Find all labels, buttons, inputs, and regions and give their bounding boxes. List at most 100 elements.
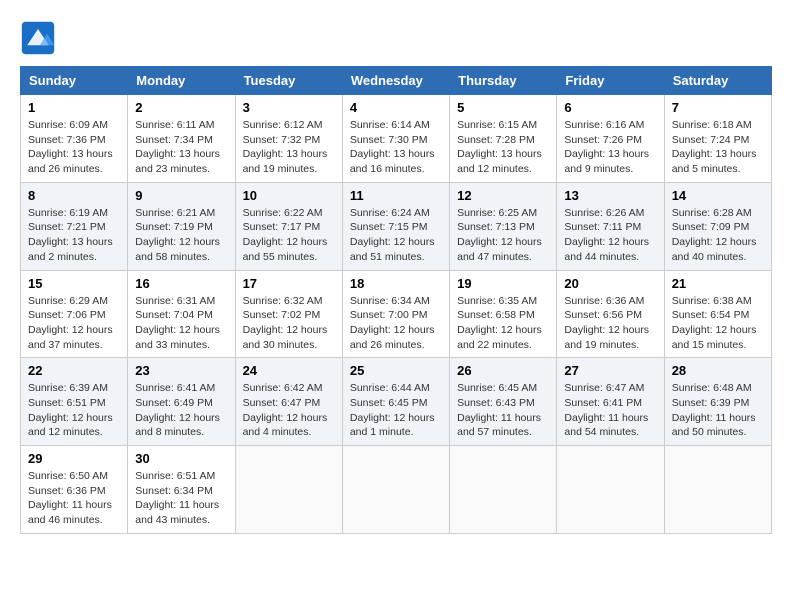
day-number: 25 [350,363,442,378]
cell-content: Sunrise: 6:24 AM Sunset: 7:15 PM Dayligh… [350,206,442,265]
calendar-cell: 23 Sunrise: 6:41 AM Sunset: 6:49 PM Dayli… [128,358,235,446]
calendar-cell [342,446,449,534]
logo-icon [20,20,56,56]
day-number: 28 [672,363,764,378]
day-number: 22 [28,363,120,378]
day-number: 12 [457,188,549,203]
day-number: 4 [350,100,442,115]
calendar-cell: 14 Sunrise: 6:28 AM Sunset: 7:09 PM Dayli… [664,182,771,270]
day-number: 3 [243,100,335,115]
calendar-cell: 22 Sunrise: 6:39 AM Sunset: 6:51 PM Dayli… [21,358,128,446]
day-number: 15 [28,276,120,291]
day-number: 29 [28,451,120,466]
week-row-0: 1 Sunrise: 6:09 AM Sunset: 7:36 PM Daylig… [21,95,772,183]
calendar-cell [235,446,342,534]
weekday-header-thursday: Thursday [450,67,557,95]
cell-content: Sunrise: 6:48 AM Sunset: 6:39 PM Dayligh… [672,381,764,440]
day-number: 9 [135,188,227,203]
day-number: 18 [350,276,442,291]
cell-content: Sunrise: 6:12 AM Sunset: 7:32 PM Dayligh… [243,118,335,177]
cell-content: Sunrise: 6:35 AM Sunset: 6:58 PM Dayligh… [457,294,549,353]
weekday-header-saturday: Saturday [664,67,771,95]
cell-content: Sunrise: 6:16 AM Sunset: 7:26 PM Dayligh… [564,118,656,177]
day-number: 10 [243,188,335,203]
cell-content: Sunrise: 6:34 AM Sunset: 7:00 PM Dayligh… [350,294,442,353]
calendar-cell: 24 Sunrise: 6:42 AM Sunset: 6:47 PM Dayli… [235,358,342,446]
cell-content: Sunrise: 6:15 AM Sunset: 7:28 PM Dayligh… [457,118,549,177]
week-row-3: 22 Sunrise: 6:39 AM Sunset: 6:51 PM Dayli… [21,358,772,446]
calendar-cell: 7 Sunrise: 6:18 AM Sunset: 7:24 PM Daylig… [664,95,771,183]
day-number: 26 [457,363,549,378]
day-number: 2 [135,100,227,115]
calendar-cell: 6 Sunrise: 6:16 AM Sunset: 7:26 PM Daylig… [557,95,664,183]
calendar-cell: 8 Sunrise: 6:19 AM Sunset: 7:21 PM Daylig… [21,182,128,270]
calendar-cell: 20Sunrise: 6:36 AM Sunset: 6:56 PM Dayli… [557,270,664,358]
cell-content: Sunrise: 6:21 AM Sunset: 7:19 PM Dayligh… [135,206,227,265]
day-number: 5 [457,100,549,115]
calendar-cell: 25 Sunrise: 6:44 AM Sunset: 6:45 PM Dayli… [342,358,449,446]
cell-content: Sunrise: 6:09 AM Sunset: 7:36 PM Dayligh… [28,118,120,177]
cell-content: Sunrise: 6:28 AM Sunset: 7:09 PM Dayligh… [672,206,764,265]
calendar-cell: 30 Sunrise: 6:51 AM Sunset: 6:34 PM Dayli… [128,446,235,534]
day-number: 21 [672,276,764,291]
day-number: 11 [350,188,442,203]
cell-content: Sunrise: 6:38 AM Sunset: 6:54 PM Dayligh… [672,294,764,353]
calendar-cell: 26 Sunrise: 6:45 AM Sunset: 6:43 PM Dayli… [450,358,557,446]
calendar-cell: 2Sunrise: 6:11 AM Sunset: 7:34 PM Daylig… [128,95,235,183]
calendar-cell: 27 Sunrise: 6:47 AM Sunset: 6:41 PM Dayli… [557,358,664,446]
calendar-cell: 9 Sunrise: 6:21 AM Sunset: 7:19 PM Daylig… [128,182,235,270]
calendar-cell: 29Sunrise: 6:50 AM Sunset: 6:36 PM Dayli… [21,446,128,534]
cell-content: Sunrise: 6:25 AM Sunset: 7:13 PM Dayligh… [457,206,549,265]
calendar-cell [664,446,771,534]
cell-content: Sunrise: 6:45 AM Sunset: 6:43 PM Dayligh… [457,381,549,440]
day-number: 14 [672,188,764,203]
calendar-cell: 3 Sunrise: 6:12 AM Sunset: 7:32 PM Daylig… [235,95,342,183]
cell-content: Sunrise: 6:32 AM Sunset: 7:02 PM Dayligh… [243,294,335,353]
calendar-cell: 13Sunrise: 6:26 AM Sunset: 7:11 PM Dayli… [557,182,664,270]
cell-content: Sunrise: 6:14 AM Sunset: 7:30 PM Dayligh… [350,118,442,177]
calendar-cell: 11 Sunrise: 6:24 AM Sunset: 7:15 PM Dayli… [342,182,449,270]
calendar-cell: 17Sunrise: 6:32 AM Sunset: 7:02 PM Dayli… [235,270,342,358]
cell-content: Sunrise: 6:22 AM Sunset: 7:17 PM Dayligh… [243,206,335,265]
cell-content: Sunrise: 6:42 AM Sunset: 6:47 PM Dayligh… [243,381,335,440]
cell-content: Sunrise: 6:44 AM Sunset: 6:45 PM Dayligh… [350,381,442,440]
calendar-cell: 19Sunrise: 6:35 AM Sunset: 6:58 PM Dayli… [450,270,557,358]
calendar-cell: 16Sunrise: 6:31 AM Sunset: 7:04 PM Dayli… [128,270,235,358]
cell-content: Sunrise: 6:19 AM Sunset: 7:21 PM Dayligh… [28,206,120,265]
day-number: 7 [672,100,764,115]
day-number: 24 [243,363,335,378]
week-row-2: 15 Sunrise: 6:29 AM Sunset: 7:06 PM Dayli… [21,270,772,358]
calendar-body: 1 Sunrise: 6:09 AM Sunset: 7:36 PM Daylig… [21,95,772,534]
cell-content: Sunrise: 6:29 AM Sunset: 7:06 PM Dayligh… [28,294,120,353]
weekday-row: SundayMondayTuesdayWednesdayThursdayFrid… [21,67,772,95]
page-header [20,20,772,56]
week-row-1: 8 Sunrise: 6:19 AM Sunset: 7:21 PM Daylig… [21,182,772,270]
weekday-header-wednesday: Wednesday [342,67,449,95]
weekday-header-tuesday: Tuesday [235,67,342,95]
cell-content: Sunrise: 6:47 AM Sunset: 6:41 PM Dayligh… [564,381,656,440]
cell-content: Sunrise: 6:31 AM Sunset: 7:04 PM Dayligh… [135,294,227,353]
day-number: 23 [135,363,227,378]
cell-content: Sunrise: 6:51 AM Sunset: 6:34 PM Dayligh… [135,469,227,528]
cell-content: Sunrise: 6:41 AM Sunset: 6:49 PM Dayligh… [135,381,227,440]
calendar-header: SundayMondayTuesdayWednesdayThursdayFrid… [21,67,772,95]
calendar-cell: 10 Sunrise: 6:22 AM Sunset: 7:17 PM Dayli… [235,182,342,270]
day-number: 8 [28,188,120,203]
calendar-cell: 5 Sunrise: 6:15 AM Sunset: 7:28 PM Daylig… [450,95,557,183]
day-number: 1 [28,100,120,115]
calendar-cell: 15 Sunrise: 6:29 AM Sunset: 7:06 PM Dayli… [21,270,128,358]
calendar-cell: 12 Sunrise: 6:25 AM Sunset: 7:13 PM Dayli… [450,182,557,270]
calendar-cell: 18 Sunrise: 6:34 AM Sunset: 7:00 PM Dayli… [342,270,449,358]
week-row-4: 29Sunrise: 6:50 AM Sunset: 6:36 PM Dayli… [21,446,772,534]
weekday-header-sunday: Sunday [21,67,128,95]
calendar-cell: 28 Sunrise: 6:48 AM Sunset: 6:39 PM Dayli… [664,358,771,446]
calendar-cell [450,446,557,534]
cell-content: Sunrise: 6:36 AM Sunset: 6:56 PM Dayligh… [564,294,656,353]
cell-content: Sunrise: 6:18 AM Sunset: 7:24 PM Dayligh… [672,118,764,177]
calendar-table: SundayMondayTuesdayWednesdayThursdayFrid… [20,66,772,534]
weekday-header-friday: Friday [557,67,664,95]
day-number: 6 [564,100,656,115]
cell-content: Sunrise: 6:39 AM Sunset: 6:51 PM Dayligh… [28,381,120,440]
day-number: 30 [135,451,227,466]
day-number: 27 [564,363,656,378]
